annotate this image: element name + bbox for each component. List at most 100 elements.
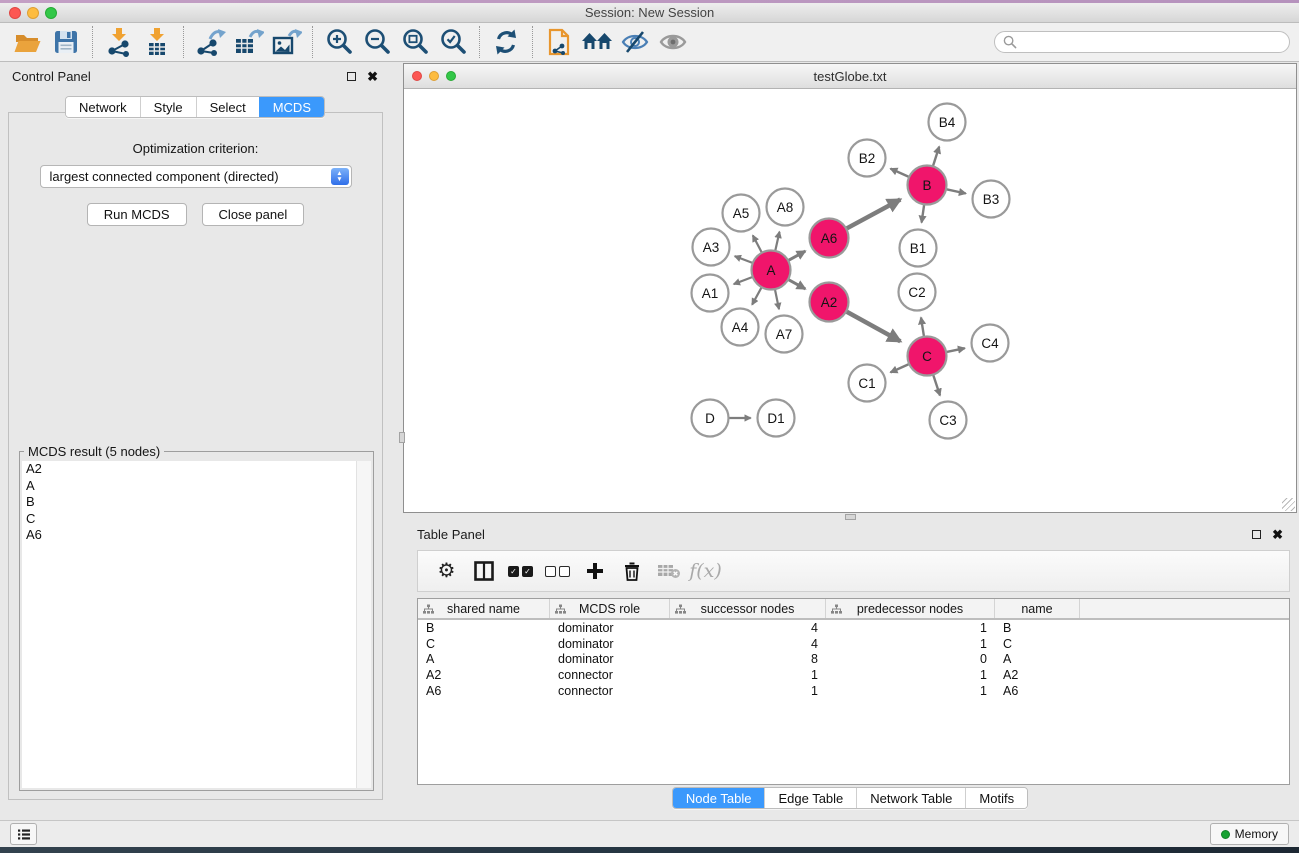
graph-edge-B-B3[interactable] xyxy=(946,189,966,193)
table-cell[interactable]: A xyxy=(418,652,550,666)
table-cell[interactable]: 0 xyxy=(826,652,995,666)
table-cell[interactable]: dominator xyxy=(550,637,670,651)
tab-style[interactable]: Style xyxy=(140,97,196,117)
run-mcds-button[interactable]: Run MCDS xyxy=(87,203,187,226)
tab-network[interactable]: Network xyxy=(66,97,140,117)
graph-node-C4[interactable]: C4 xyxy=(972,325,1009,362)
import-table-button[interactable] xyxy=(138,25,176,59)
column-header-successor-nodes[interactable]: successor nodes xyxy=(670,599,826,618)
graph-node-C2[interactable]: C2 xyxy=(899,274,936,311)
graph-node-A3[interactable]: A3 xyxy=(693,229,730,266)
graph-node-A1[interactable]: A1 xyxy=(692,275,729,312)
export-network-button[interactable] xyxy=(191,25,229,59)
table-cell[interactable]: A2 xyxy=(995,668,1080,682)
memory-button[interactable]: Memory xyxy=(1210,823,1289,845)
graph-edge-C-C3[interactable] xyxy=(933,375,940,396)
table-cell[interactable]: 1 xyxy=(826,621,995,635)
result-item[interactable]: B xyxy=(22,494,371,511)
table-cell[interactable]: B xyxy=(418,621,550,635)
network-canvas[interactable]: B4B2BB3A8A5A6A3B1AC2A1A2A4A7C4CC1DD1C3 xyxy=(404,90,1296,512)
function-builder-button[interactable]: f(x) xyxy=(687,553,724,589)
table-cell[interactable]: 8 xyxy=(670,652,826,666)
graph-edge-A-A8[interactable] xyxy=(775,232,779,251)
graph-edge-B-B1[interactable] xyxy=(922,204,925,222)
graph-edge-C-C4[interactable] xyxy=(946,348,965,352)
save-session-button[interactable] xyxy=(47,25,85,59)
result-item[interactable]: C xyxy=(22,511,371,528)
tab-motifs[interactable]: Motifs xyxy=(965,788,1027,808)
table-cell[interactable]: 4 xyxy=(670,637,826,651)
table-row[interactable]: Cdominator41C xyxy=(418,636,1289,652)
graph-node-B[interactable]: B xyxy=(908,166,947,205)
graph-node-B2[interactable]: B2 xyxy=(849,140,886,177)
divider-grip-left[interactable] xyxy=(399,432,405,443)
tab-edge-table[interactable]: Edge Table xyxy=(764,788,856,808)
column-header-MCDS-role[interactable]: MCDS role xyxy=(550,599,670,618)
graph-node-A2[interactable]: A2 xyxy=(810,283,849,322)
search-input[interactable] xyxy=(994,31,1290,53)
graph-node-A8[interactable]: A8 xyxy=(767,189,804,226)
column-header-shared-name[interactable]: shared name xyxy=(418,599,550,618)
result-item[interactable]: A6 xyxy=(22,527,371,544)
column-header-name[interactable]: name xyxy=(995,599,1080,618)
close-network-button[interactable] xyxy=(412,71,422,81)
graph-edge-A-A4[interactable] xyxy=(752,287,762,305)
tab-node-table[interactable]: Node Table xyxy=(673,788,765,808)
graph-node-B3[interactable]: B3 xyxy=(973,181,1010,218)
new-network-from-selection-button[interactable] xyxy=(540,25,578,59)
graph-edge-A-A7[interactable] xyxy=(775,289,779,309)
table-cell[interactable]: dominator xyxy=(550,652,670,666)
result-scrollbar[interactable] xyxy=(356,461,371,788)
result-item[interactable]: A2 xyxy=(22,461,371,478)
hide-annotations-button[interactable] xyxy=(616,25,654,59)
graph-edge-A-A2[interactable] xyxy=(788,279,805,289)
tab-mcds[interactable]: MCDS xyxy=(259,97,324,117)
show-columns-button[interactable] xyxy=(465,553,502,589)
select-all-columns-button[interactable]: ✓✓ xyxy=(502,553,539,589)
graph-node-C1[interactable]: C1 xyxy=(849,365,886,402)
mcds-result-list[interactable]: A2ABCA6 xyxy=(22,461,371,788)
tab-network-table[interactable]: Network Table xyxy=(856,788,965,808)
zoom-network-button[interactable] xyxy=(446,71,456,81)
table-cell[interactable]: 4 xyxy=(670,621,826,635)
apply-layout-button[interactable] xyxy=(487,25,525,59)
delete-column-button[interactable] xyxy=(613,553,650,589)
table-cell[interactable]: 1 xyxy=(670,668,826,682)
table-cell[interactable]: A6 xyxy=(995,684,1080,698)
zoom-fit-button[interactable] xyxy=(396,25,434,59)
close-panel-icon[interactable]: ✖ xyxy=(367,70,378,83)
table-cell[interactable]: A2 xyxy=(418,668,550,682)
deselect-all-columns-button[interactable] xyxy=(539,553,576,589)
graph-edge-B-B2[interactable] xyxy=(891,169,910,177)
table-row[interactable]: Adominator80A xyxy=(418,652,1289,668)
graph-edge-A6-B[interactable] xyxy=(846,200,900,229)
graph-node-A4[interactable]: A4 xyxy=(722,309,759,346)
graph-edge-A2-C[interactable] xyxy=(846,311,900,341)
graph-node-A6[interactable]: A6 xyxy=(810,219,849,258)
column-header-predecessor-nodes[interactable]: predecessor nodes xyxy=(826,599,995,618)
window-resize-grip[interactable] xyxy=(1282,498,1295,511)
table-row[interactable]: A2connector11A2 xyxy=(418,667,1289,683)
close-panel-button[interactable]: Close panel xyxy=(202,203,305,226)
graph-edge-B-B4[interactable] xyxy=(933,147,939,167)
table-cell[interactable]: 1 xyxy=(826,668,995,682)
table-row[interactable]: A6connector11A6 xyxy=(418,683,1289,699)
import-network-button[interactable] xyxy=(100,25,138,59)
show-hide-graphics-button[interactable] xyxy=(654,25,692,59)
criterion-dropdown[interactable]: largest connected component (directed) ▲… xyxy=(40,165,352,188)
graph-node-B4[interactable]: B4 xyxy=(929,104,966,141)
result-item[interactable]: A xyxy=(22,478,371,495)
zoom-in-button[interactable] xyxy=(320,25,358,59)
graph-edge-A-A5[interactable] xyxy=(753,235,762,252)
float-table-panel-icon[interactable] xyxy=(1252,530,1261,539)
zoom-selected-button[interactable] xyxy=(434,25,472,59)
graph-edge-A-A1[interactable] xyxy=(734,277,753,284)
table-cell[interactable]: 1 xyxy=(826,684,995,698)
graph-edge-C-C2[interactable] xyxy=(921,318,924,337)
show-all-networks-button[interactable] xyxy=(578,25,616,59)
graph-node-A5[interactable]: A5 xyxy=(723,195,760,232)
graph-node-A[interactable]: A xyxy=(752,251,791,290)
table-cell[interactable]: A6 xyxy=(418,684,550,698)
open-session-button[interactable] xyxy=(9,25,47,59)
table-row[interactable]: Bdominator41B xyxy=(418,620,1289,636)
